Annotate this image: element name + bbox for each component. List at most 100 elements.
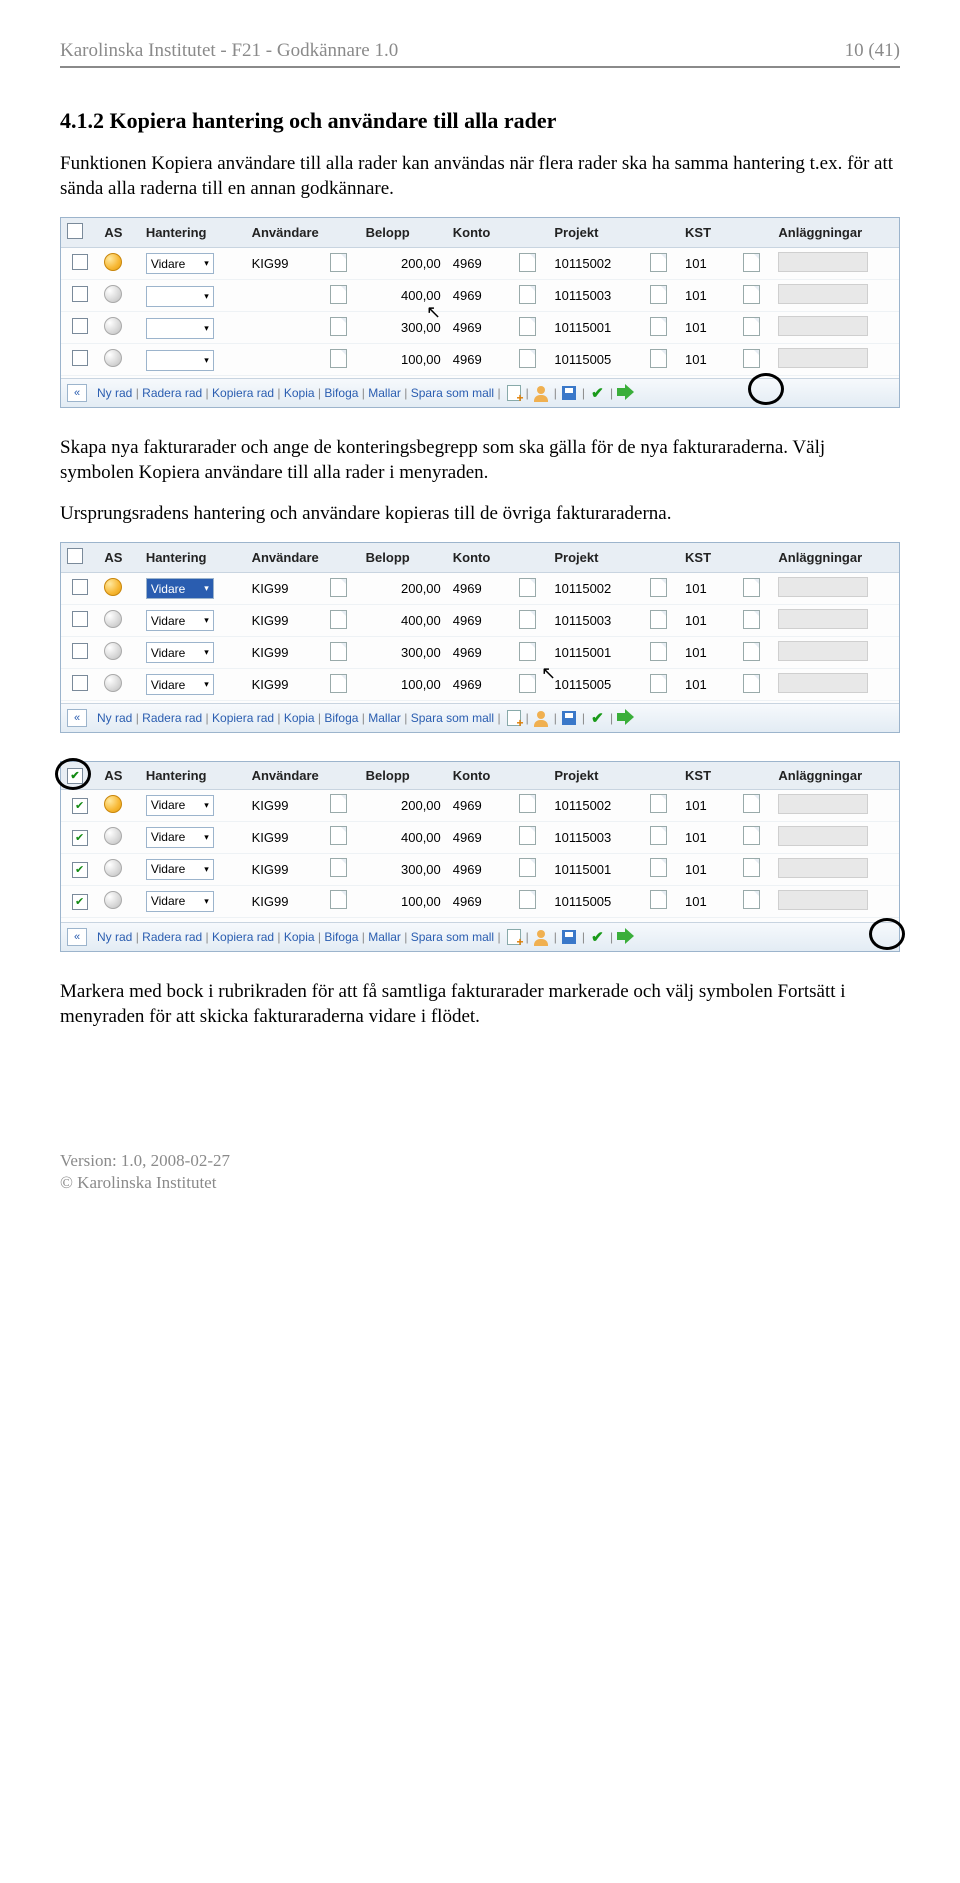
save-icon[interactable] xyxy=(561,385,578,402)
back-button[interactable]: « xyxy=(67,709,87,727)
hantering-select[interactable]: Vidare▾ xyxy=(146,891,214,912)
lookup-icon[interactable] xyxy=(743,826,760,845)
lookup-icon[interactable] xyxy=(650,610,667,629)
lookup-icon[interactable] xyxy=(743,317,760,336)
menubar-link[interactable]: Kopia xyxy=(284,386,315,400)
menubar-link[interactable]: Radera rad xyxy=(142,386,202,400)
lookup-icon[interactable] xyxy=(650,317,667,336)
lookup-icon[interactable] xyxy=(650,794,667,813)
lookup-icon[interactable] xyxy=(330,674,347,693)
hantering-select[interactable]: Vidare▾ xyxy=(146,674,214,695)
lookup-icon[interactable] xyxy=(743,285,760,304)
user-icon[interactable] xyxy=(533,710,550,727)
lookup-icon[interactable] xyxy=(519,349,536,368)
row-checkbox[interactable] xyxy=(72,350,88,366)
lookup-icon[interactable] xyxy=(743,642,760,661)
hantering-select[interactable]: Vidare▾ xyxy=(146,253,214,274)
row-checkbox[interactable]: ✔ xyxy=(72,894,88,910)
check-icon[interactable]: ✔ xyxy=(589,929,606,946)
lookup-icon[interactable] xyxy=(650,578,667,597)
lookup-icon[interactable] xyxy=(743,890,760,909)
menubar-link[interactable]: Kopiera rad xyxy=(212,386,274,400)
user-icon[interactable] xyxy=(533,385,550,402)
select-all-checkbox[interactable] xyxy=(67,548,83,564)
menubar-link[interactable]: Kopiera rad xyxy=(212,711,274,725)
menubar-link[interactable]: Ny rad xyxy=(97,711,132,725)
row-checkbox[interactable] xyxy=(72,286,88,302)
forward-arrow-icon[interactable] xyxy=(617,385,634,402)
menubar-link[interactable]: Kopia xyxy=(284,711,315,725)
lookup-icon[interactable] xyxy=(743,349,760,368)
select-all-checkbox[interactable]: ✔ xyxy=(67,768,83,784)
lookup-icon[interactable] xyxy=(650,858,667,877)
menubar-link[interactable]: Spara som mall xyxy=(411,386,494,400)
row-checkbox[interactable]: ✔ xyxy=(72,862,88,878)
forward-arrow-icon[interactable] xyxy=(617,710,634,727)
lookup-icon[interactable] xyxy=(519,826,536,845)
menubar-link[interactable]: Radera rad xyxy=(142,711,202,725)
lookup-icon[interactable] xyxy=(519,285,536,304)
copy-user-icon[interactable] xyxy=(505,385,522,402)
hantering-select[interactable]: ▾ xyxy=(146,350,214,371)
lookup-icon[interactable] xyxy=(519,890,536,909)
lookup-icon[interactable] xyxy=(330,794,347,813)
copy-user-icon[interactable] xyxy=(505,710,522,727)
lookup-icon[interactable] xyxy=(330,890,347,909)
back-button[interactable]: « xyxy=(67,384,87,402)
lookup-icon[interactable] xyxy=(743,253,760,272)
lookup-icon[interactable] xyxy=(743,794,760,813)
lookup-icon[interactable] xyxy=(650,253,667,272)
lookup-icon[interactable] xyxy=(519,858,536,877)
lookup-icon[interactable] xyxy=(650,890,667,909)
hantering-select[interactable]: Vidare▾ xyxy=(146,795,214,816)
lookup-icon[interactable] xyxy=(650,674,667,693)
lookup-icon[interactable] xyxy=(330,349,347,368)
lookup-icon[interactable] xyxy=(650,349,667,368)
back-button[interactable]: « xyxy=(67,928,87,946)
lookup-icon[interactable] xyxy=(519,578,536,597)
user-icon[interactable] xyxy=(533,929,550,946)
lookup-icon[interactable] xyxy=(519,610,536,629)
row-checkbox[interactable] xyxy=(72,675,88,691)
menubar-link[interactable]: Ny rad xyxy=(97,930,132,944)
row-checkbox[interactable] xyxy=(72,643,88,659)
forward-arrow-icon[interactable] xyxy=(617,929,634,946)
hantering-select[interactable]: Vidare▾ xyxy=(146,827,214,848)
row-checkbox[interactable] xyxy=(72,254,88,270)
menubar-link[interactable]: Mallar xyxy=(368,711,401,725)
lookup-icon[interactable] xyxy=(519,642,536,661)
menubar-link[interactable]: Spara som mall xyxy=(411,930,494,944)
menubar-link[interactable]: Mallar xyxy=(368,930,401,944)
menubar-link[interactable]: Kopia xyxy=(284,930,315,944)
lookup-icon[interactable] xyxy=(519,794,536,813)
copy-user-icon[interactable] xyxy=(505,929,522,946)
row-checkbox[interactable]: ✔ xyxy=(72,830,88,846)
menubar-link[interactable]: Bifoga xyxy=(324,711,358,725)
lookup-icon[interactable] xyxy=(330,858,347,877)
menubar-link[interactable]: Bifoga xyxy=(324,386,358,400)
hantering-select[interactable]: ▾ xyxy=(146,286,214,307)
lookup-icon[interactable] xyxy=(330,317,347,336)
lookup-icon[interactable] xyxy=(330,578,347,597)
menubar-link[interactable]: Mallar xyxy=(368,386,401,400)
lookup-icon[interactable] xyxy=(519,674,536,693)
hantering-select[interactable]: ▾ xyxy=(146,318,214,339)
lookup-icon[interactable] xyxy=(650,826,667,845)
row-checkbox[interactable] xyxy=(72,611,88,627)
lookup-icon[interactable] xyxy=(650,285,667,304)
menubar-link[interactable]: Spara som mall xyxy=(411,711,494,725)
hantering-select[interactable]: Vidare▾ xyxy=(146,642,214,663)
save-icon[interactable] xyxy=(561,929,578,946)
lookup-icon[interactable] xyxy=(330,253,347,272)
row-checkbox[interactable] xyxy=(72,318,88,334)
lookup-icon[interactable] xyxy=(743,578,760,597)
lookup-icon[interactable] xyxy=(743,610,760,629)
lookup-icon[interactable] xyxy=(330,826,347,845)
lookup-icon[interactable] xyxy=(330,610,347,629)
hantering-select[interactable]: Vidare▾ xyxy=(146,859,214,880)
hantering-select[interactable]: Vidare▾ xyxy=(146,610,214,631)
row-checkbox[interactable]: ✔ xyxy=(72,798,88,814)
hantering-select[interactable]: Vidare▾ xyxy=(146,578,214,599)
lookup-icon[interactable] xyxy=(650,642,667,661)
lookup-icon[interactable] xyxy=(519,253,536,272)
